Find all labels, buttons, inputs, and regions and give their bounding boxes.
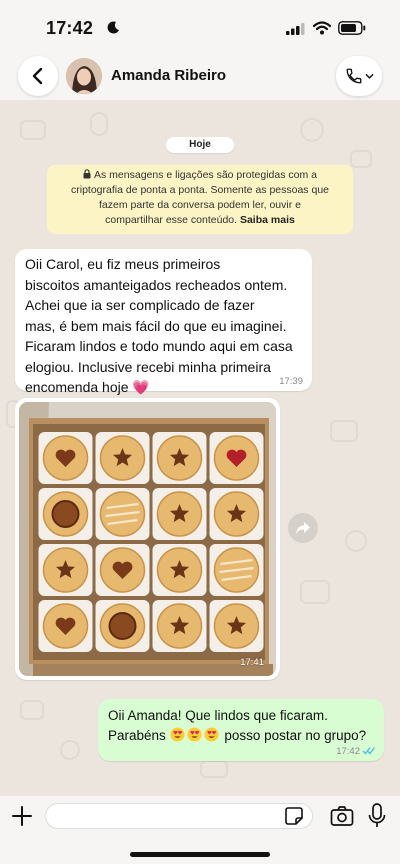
date-separator: Hoje [166,137,234,153]
message-bubble-incoming[interactable]: Oii Carol, eu fiz meus primeiros biscoit… [15,249,312,395]
message-bubble-outgoing[interactable]: Oii Amanda! Que lindos que ficaram. Para… [98,699,384,761]
battery-icon [338,21,366,35]
notice-line-2: criptografia de ponta a ponta. Somente a… [70,184,329,196]
message-line: Ficaram lindos e todo mundo aqui em casa [25,338,293,354]
status-time: 17:42 [46,18,94,38]
home-indicator [130,852,270,857]
message-time: 17:42 [336,746,360,757]
cookie-box-photo[interactable]: 17:41 [19,402,276,676]
cookie-filling [108,612,137,640]
microphone-icon[interactable] [367,803,387,829]
avatar[interactable] [66,58,102,94]
cookie-filling [51,500,80,528]
double-check-read-icon [362,747,376,755]
forward-button[interactable] [288,513,318,543]
heart-eyes-emoji [204,727,219,742]
pink-heart-emoji: 💗 [132,379,150,395]
message-line: Oii Amanda! Que lindos que ficaram. [108,708,328,723]
message-input[interactable] [45,803,313,829]
plus-icon[interactable] [10,804,34,828]
chevron-down-icon [365,73,373,79]
heart-eyes-emoji [187,727,202,742]
chevron-left-icon [32,67,43,85]
sticker-icon[interactable] [284,806,304,826]
chat-header: Amanda Ribeiro [0,54,400,100]
lock-icon [83,169,91,179]
wifi-icon [313,21,331,35]
encryption-notice[interactable]: As mensagens e ligações são protegidas c… [47,165,353,234]
heart-eyes-emoji [170,727,185,742]
contact-photo-icon [66,58,102,94]
notice-line-1: As mensagens e ligações são protegidas c… [53,168,347,183]
learn-more-link[interactable]: Saiba mais [240,214,295,226]
message-time: 17:39 [279,376,303,387]
moon-icon [107,21,119,34]
phone-icon [346,68,361,84]
message-line: Parabéns posso postar no grupo? [108,727,367,743]
message-line: biscoitos amanteigados recheados ontem. [25,276,288,293]
notice-line-3: fazem parte da conversa podem ler, ouvir… [99,199,301,211]
notice-line-4: compartilhar esse conteúdo. Saiba mais [105,214,295,226]
cellular-signal-icon [286,23,305,35]
back-button[interactable] [18,56,58,96]
cookies-image [19,402,276,676]
forward-arrow-icon [296,522,310,534]
message-line: Achei que ia ser complicado de fazer [25,297,255,313]
photo-time: 17:41 [240,657,264,668]
message-line: elogiou. Inclusive recebi minha primeira [25,358,271,375]
message-line: Oii Carol, eu fiz meus primeiros [25,256,221,272]
message-line: encomenda hoje 💗 [25,379,150,395]
camera-icon[interactable] [330,805,354,827]
status-bar: 17:42 [0,0,400,54]
contact-name[interactable]: Amanda Ribeiro [111,67,226,84]
photo-message[interactable]: 17:41 [15,398,280,680]
call-button[interactable] [336,56,382,96]
message-line: mas, é bem mais fácil do que eu imaginei… [25,317,287,334]
